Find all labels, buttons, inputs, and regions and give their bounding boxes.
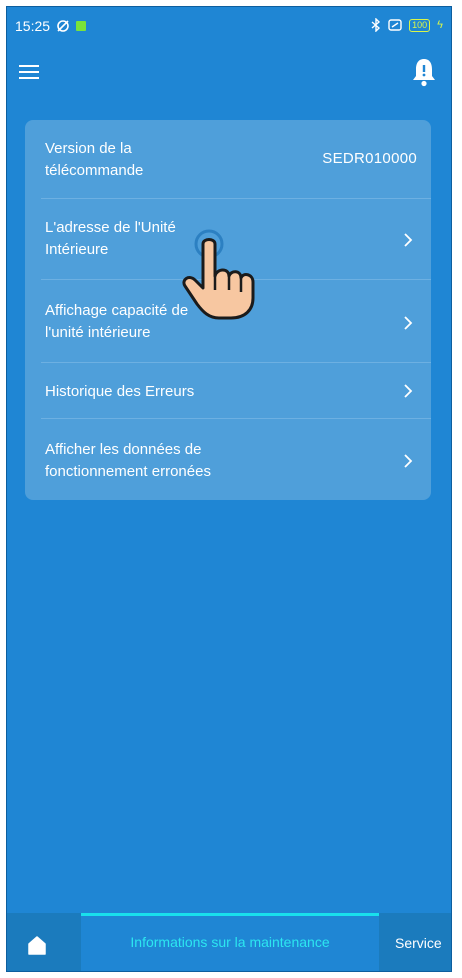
bell-icon[interactable]: [411, 57, 437, 87]
hamburger-icon-line: [19, 71, 39, 73]
home-icon[interactable]: [27, 935, 47, 955]
charging-icon: ϟ: [437, 19, 443, 31]
error-history-label: Historique des Erreurs: [45, 383, 195, 400]
status-right: 100 ϟ: [371, 18, 443, 32]
indoor-unit-capacity-label-line1: Affichage capacité de: [45, 302, 189, 319]
sync-disabled-icon: [57, 20, 69, 32]
indoor-unit-address-label-line2: Intérieure: [45, 241, 109, 258]
battery-indicator: 100: [409, 18, 431, 32]
top-bar: [7, 51, 451, 99]
bottom-nav: Informations sur la maintenance Service: [7, 913, 451, 971]
error-operation-data-label-line1: Afficher les données de: [45, 441, 202, 458]
hamburger-icon-line: [19, 77, 39, 79]
status-left: 15:25: [15, 18, 87, 34]
app-screen: 15:25 100 ϟ Version de la télécommande S…: [6, 6, 452, 972]
indoor-unit-address-label-line1: L'adresse de l'Unité: [45, 219, 176, 236]
remote-version-label-line1: Version de la: [45, 140, 132, 157]
indoor-unit-address-label: L'adresse de l'Unité Intérieure: [45, 217, 176, 261]
hand-pointer-icon: [182, 229, 255, 320]
notification-icon: [76, 21, 87, 31]
remote-version-row: Version de la télécommande SEDR010000: [25, 120, 431, 198]
chevron-right-icon: [404, 384, 413, 398]
chevron-right-icon: [404, 454, 413, 468]
indoor-unit-capacity-label-line2: l'unité intérieure: [45, 324, 151, 341]
hamburger-menu-button[interactable]: [19, 63, 41, 81]
remote-version-label-line2: télécommande: [45, 162, 144, 179]
remote-version-label: Version de la télécommande: [45, 138, 143, 182]
error-operation-data-row[interactable]: Afficher les données de fonctionnement e…: [25, 419, 431, 500]
error-operation-data-label-line2: fonctionnement erronées: [45, 463, 211, 480]
hamburger-icon: [19, 65, 39, 67]
status-time: 15:25: [15, 18, 51, 34]
tab-maintenance-info[interactable]: Informations sur la maintenance: [81, 913, 379, 971]
chevron-right-icon: [404, 233, 413, 247]
sim-card-icon: [388, 19, 402, 31]
error-operation-data-label: Afficher les données de fonctionnement e…: [45, 439, 211, 483]
chevron-right-icon: [404, 316, 413, 330]
error-history-row[interactable]: Historique des Erreurs: [25, 363, 431, 418]
status-bar: 15:25 100 ϟ: [7, 7, 451, 43]
remote-version-value: SEDR010000: [322, 150, 417, 167]
tab-service[interactable]: Service: [395, 913, 442, 971]
indoor-unit-capacity-label: Affichage capacité de l'unité intérieure: [45, 300, 188, 344]
bluetooth-icon: [371, 18, 381, 32]
